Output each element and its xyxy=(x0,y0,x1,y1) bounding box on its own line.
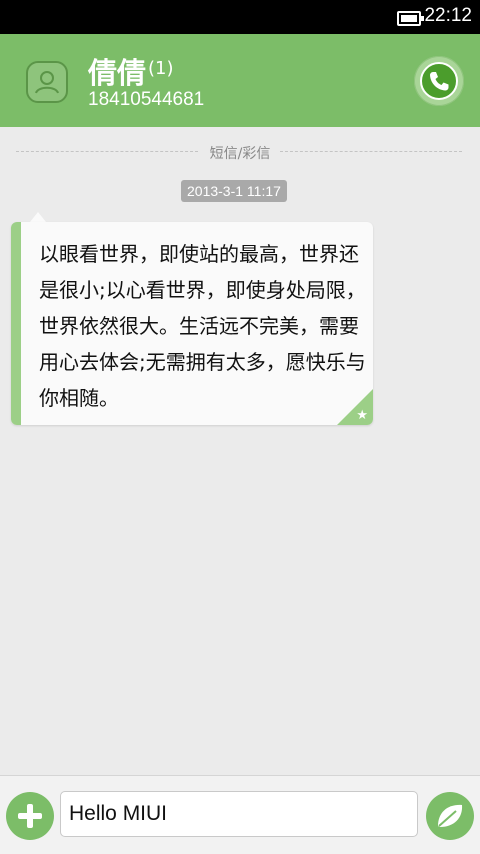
bubble-tail xyxy=(30,212,46,222)
message-type-label: 短信/彩信 xyxy=(209,146,271,162)
leaf-send-icon xyxy=(438,804,463,827)
message-input[interactable] xyxy=(60,791,418,837)
contact-name: 倩倩 xyxy=(88,56,147,90)
message-count: (1) xyxy=(148,58,174,79)
status-time: 22:12 xyxy=(424,5,472,26)
add-attachment-button[interactable] xyxy=(6,792,54,840)
bubble-accent-bar xyxy=(11,222,21,425)
send-button[interactable] xyxy=(426,792,474,840)
call-button[interactable] xyxy=(414,56,464,106)
contact-phone-number: 18410544681 xyxy=(88,89,205,110)
message-type-divider: 短信/彩信 xyxy=(0,143,480,162)
composer-bar xyxy=(0,775,480,854)
contact-avatar-icon[interactable] xyxy=(26,61,68,103)
conversation-header: 倩倩 (1) 18410544681 xyxy=(0,34,480,127)
message-bubble[interactable]: 以眼看世界，即使站的最高，世界还是很小;以心看世界，即使身处局限，世界依然很大。… xyxy=(11,222,373,425)
battery-icon xyxy=(397,11,424,26)
phone-icon xyxy=(420,62,458,100)
star-icon: ★ xyxy=(356,408,368,423)
timestamp-badge: 2013-3-1 11:17 xyxy=(181,180,287,202)
message-text: 以眼看世界，即使站的最高，世界还是很小;以心看世界，即使身处局限，世界依然很大。… xyxy=(39,242,366,410)
status-bar: 22:12 xyxy=(0,0,480,34)
